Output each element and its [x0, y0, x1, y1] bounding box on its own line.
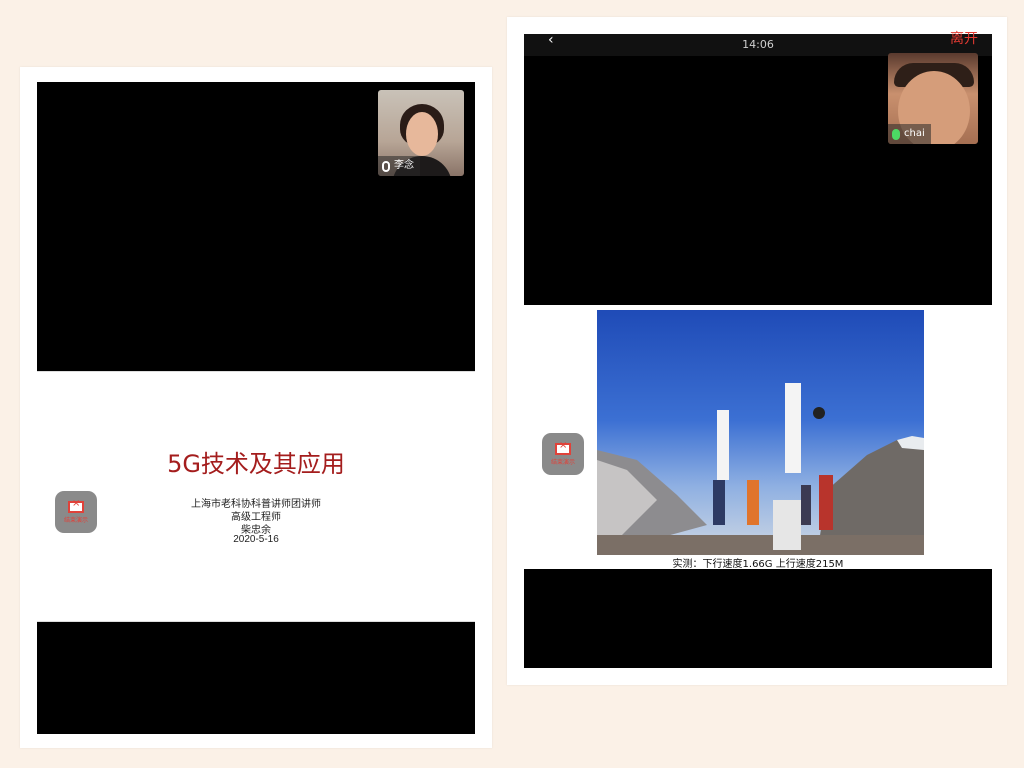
leave-button[interactable]: 离开 — [950, 28, 978, 48]
end-share-button[interactable]: 结束演示 — [542, 433, 584, 475]
slide-photo — [597, 310, 924, 555]
participant-video-tile[interactable]: chai — [888, 53, 978, 144]
status-time: 14:06 — [742, 38, 774, 51]
participant-face — [406, 112, 438, 156]
equipment-cabinet-icon — [773, 500, 801, 550]
end-share-label: 结束演示 — [550, 458, 575, 466]
screen-share-icon — [68, 498, 84, 513]
slide-caption: 实测：下行速度1.66G 上行速度215M — [672, 559, 844, 570]
participant-video-tile[interactable]: 李念 — [378, 90, 464, 176]
microphone-icon — [892, 128, 900, 140]
participant-name: 李念 — [394, 160, 414, 171]
antenna-mast-icon — [717, 410, 729, 480]
shared-slide: 5G技术及其应用 上海市老科协科普讲师团讲师 高级工程师 柴忠余 2020-5-… — [37, 371, 475, 622]
right-screenshot-card: ‹ 14:06 离开 chai 实测：下行速度1.66G 上行速度215M × … — [507, 17, 1007, 685]
meeting-screen-right: ‹ 14:06 离开 chai 实测：下行速度1.66G 上行速度215M × … — [524, 31, 992, 668]
mountain-photo-illustration — [597, 383, 924, 555]
participant-label: 李念 — [378, 156, 420, 176]
screen-share-icon — [555, 440, 571, 455]
camera-icon — [813, 407, 825, 419]
participant-label: chai — [888, 124, 931, 144]
slide-line-date: 2020-5-16 — [233, 534, 279, 545]
end-share-label: 结束演示 — [63, 516, 88, 524]
shared-slide: 实测：下行速度1.66G 上行速度215M — [524, 305, 992, 570]
slide-title: 5G技术及其应用 — [167, 450, 345, 478]
microphone-icon — [382, 160, 390, 172]
participant-name: chai — [904, 128, 925, 139]
left-screenshot-card: 李念 5G技术及其应用 上海市老科协科普讲师团讲师 高级工程师 柴忠余 2020… — [20, 67, 492, 748]
end-share-button[interactable]: 结束演示 — [55, 491, 97, 533]
antenna-mast-icon — [785, 383, 801, 473]
ground-icon — [597, 535, 924, 555]
meeting-screen-left: 李念 5G技术及其应用 上海市老科协科普讲师团讲师 高级工程师 柴忠余 2020… — [37, 82, 475, 734]
